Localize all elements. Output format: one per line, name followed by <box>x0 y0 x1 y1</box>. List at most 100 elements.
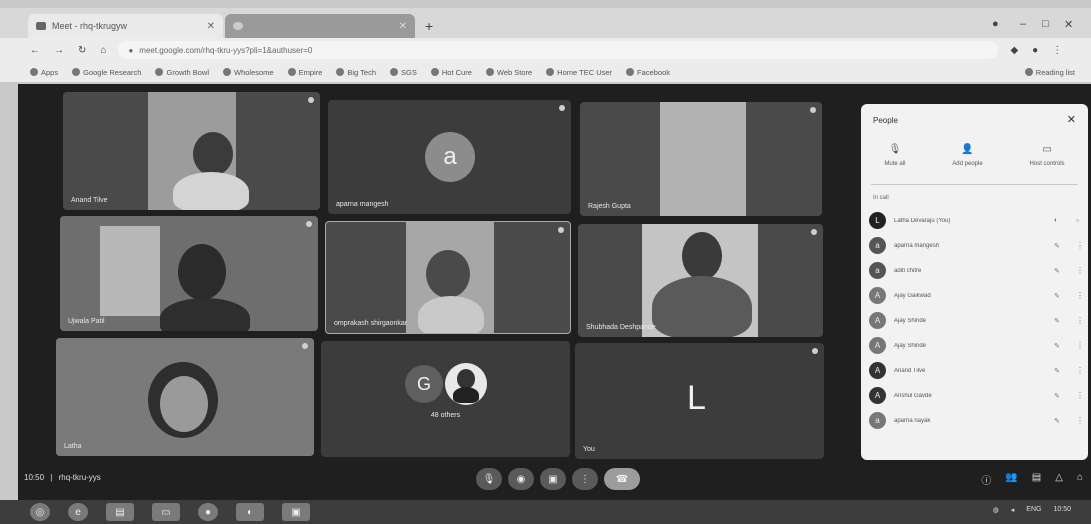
edge-browser-icon[interactable]: e <box>68 503 88 521</box>
mic-toggle-button[interactable]: 🎙 <box>476 468 502 490</box>
file-explorer-icon[interactable]: ▤ <box>106 503 134 521</box>
bookmark-icon <box>430 68 439 76</box>
mic-icon: 🎙 <box>482 473 496 485</box>
minimize-icon[interactable]: – <box>1020 18 1026 30</box>
tab-second[interactable]: ✕ <box>225 14 415 38</box>
input-language[interactable]: ENG <box>1026 506 1041 514</box>
more-options-icon[interactable]: ⋮ <box>1076 266 1084 275</box>
participant-tile[interactable]: a aparna mangesh <box>328 100 571 214</box>
host-controls-button[interactable]: ▭ Host controls <box>1030 144 1065 167</box>
mic-icon[interactable]: ✎ <box>1054 267 1068 275</box>
list-item[interactable]: a aparna mangesh ✎ ⋮ <box>869 233 1084 258</box>
mic-icon[interactable]: ✎ <box>1054 417 1068 425</box>
list-item[interactable]: A Ajay Gaikwad ✎ ⋮ <box>869 283 1084 308</box>
chrome-icon[interactable]: ◐ <box>236 503 264 521</box>
more-options-icon[interactable]: ⋮ <box>1076 316 1084 325</box>
mic-icon[interactable]: ✎ <box>1054 292 1068 300</box>
maximize-icon[interactable]: □ <box>1042 18 1049 30</box>
pin-icon[interactable] <box>306 221 312 227</box>
list-item[interactable]: L Latha Devaraju (You) ◐ ▫ <box>869 208 1084 233</box>
pin-icon[interactable] <box>812 348 818 354</box>
tab-meet[interactable]: Meet - rhq-tkrugyw ✕ <box>28 14 223 38</box>
reload-icon[interactable]: ↻ <box>78 45 86 56</box>
reading-list[interactable]: Reading list <box>1024 68 1075 77</box>
list-item[interactable]: A Anand Tilve ✎ ⋮ <box>869 358 1084 383</box>
more-options-icon[interactable]: ⋮ <box>1076 291 1084 300</box>
more-options-icon[interactable]: ⋮ <box>1076 416 1084 425</box>
menu-kebab-icon[interactable]: ⋮ <box>1052 45 1062 56</box>
bookmark-item[interactable]: Big Tech <box>336 68 376 77</box>
mute-all-button[interactable]: 🎙 Mute all <box>884 144 905 167</box>
participant-tile[interactable]: Anand Tilve <box>63 92 320 210</box>
bookmark-item[interactable]: Apps <box>30 68 58 77</box>
mic-icon[interactable]: ✎ <box>1054 342 1068 350</box>
pin-icon[interactable] <box>308 97 314 103</box>
more-options-icon[interactable]: ⋮ <box>1076 391 1084 400</box>
bookmark-item[interactable]: Facebook <box>626 68 670 77</box>
chat-icon[interactable]: ▤ <box>1032 472 1041 487</box>
folder-icon[interactable]: ▭ <box>152 503 180 521</box>
participant-tile-group[interactable]: G 48 others <box>321 341 570 457</box>
info-icon[interactable]: ⓘ <box>981 472 991 487</box>
activities-icon[interactable]: △ <box>1055 472 1063 487</box>
bookmark-item[interactable]: Empire <box>287 68 322 77</box>
present-button[interactable]: ▣ <box>540 468 566 490</box>
bookmark-item[interactable]: SGS <box>390 68 417 77</box>
mic-icon[interactable]: ✎ <box>1054 367 1068 375</box>
extension-icon[interactable]: ◆ <box>1010 45 1018 56</box>
leave-call-button[interactable]: ☎ <box>604 468 640 490</box>
tab-close-icon[interactable]: ✕ <box>399 21 407 32</box>
more-options-button[interactable]: ⋮ <box>572 468 598 490</box>
media-player-icon[interactable]: ● <box>198 503 218 521</box>
meet-app-icon[interactable]: ▣ <box>282 503 310 521</box>
forward-icon[interactable]: → <box>54 45 64 56</box>
more-options-icon[interactable]: ⋮ <box>1076 341 1084 350</box>
pin-icon[interactable] <box>302 343 308 349</box>
pin-icon[interactable] <box>811 229 817 235</box>
network-icon[interactable]: ◍ <box>993 506 999 514</box>
list-item[interactable]: a aditi chitre ✎ ⋮ <box>869 258 1084 283</box>
more-options-icon[interactable]: ⋮ <box>1076 366 1084 375</box>
more-options-icon[interactable]: ⋮ <box>1076 241 1084 250</box>
bookmark-item[interactable]: Google Research <box>72 68 141 77</box>
pin-icon[interactable]: ▫ <box>1076 216 1084 225</box>
profile-dot-icon[interactable]: ● <box>992 18 999 30</box>
volume-icon[interactable]: ◂ <box>1011 506 1015 514</box>
bookmark-item[interactable]: Growth Bowl <box>155 68 209 77</box>
participant-tile-active[interactable]: omprakash shirgaonkar <box>325 221 571 334</box>
pin-icon[interactable] <box>558 227 564 233</box>
bookmark-item[interactable]: Wholesome <box>223 68 274 77</box>
pin-icon[interactable] <box>810 107 816 113</box>
participant-tile[interactable]: Ujwala Patil <box>60 216 318 331</box>
lock-icon[interactable]: ⌂ <box>1077 472 1083 487</box>
camera-toggle-button[interactable]: ◉ <box>508 468 534 490</box>
mic-icon[interactable]: ◐ <box>1054 217 1068 224</box>
profile-avatar-icon[interactable]: ● <box>1032 45 1038 56</box>
participant-tile-self[interactable]: L You <box>575 343 824 459</box>
participant-tile[interactable]: Shubhada Deshpande <box>578 224 823 337</box>
people-icon[interactable]: 👥 <box>1005 472 1017 487</box>
participant-tile[interactable]: Latha <box>56 338 314 456</box>
window-close-icon[interactable]: ✕ <box>1064 18 1073 31</box>
bookmark-item[interactable]: Home TEC User <box>546 68 612 77</box>
mic-icon[interactable]: ✎ <box>1054 242 1068 250</box>
list-item[interactable]: A Ajay Shinde ✎ ⋮ <box>869 308 1084 333</box>
back-icon[interactable]: ← <box>30 45 40 56</box>
bookmark-item[interactable]: Hot Cure <box>430 68 472 77</box>
new-tab-icon[interactable]: + <box>425 18 433 34</box>
url-field[interactable]: ● meet.google.com/rhq-tkru-yys?pli=1&aut… <box>118 41 999 59</box>
mic-icon[interactable]: ✎ <box>1054 392 1068 400</box>
mic-icon[interactable]: ✎ <box>1054 317 1068 325</box>
list-item[interactable]: a aparna nayak ✎ ⋮ <box>869 408 1084 433</box>
list-item[interactable]: A Anshul Gavde ✎ ⋮ <box>869 383 1084 408</box>
tab-close-icon[interactable]: ✕ <box>207 21 215 32</box>
participant-tile[interactable]: Rajesh Gupta <box>580 102 822 216</box>
pin-icon[interactable] <box>559 105 565 111</box>
list-item[interactable]: A Ajay Shinde ✎ ⋮ <box>869 333 1084 358</box>
start-button-icon[interactable]: ◎ <box>30 503 50 521</box>
add-people-button[interactable]: 👤 Add people <box>952 144 982 167</box>
home-icon[interactable]: ⌂ <box>100 45 106 56</box>
bookmark-item[interactable]: Web Store <box>485 68 532 77</box>
panel-close-icon[interactable]: ✕ <box>1067 113 1076 126</box>
clock[interactable]: 10:50 <box>1053 506 1071 514</box>
